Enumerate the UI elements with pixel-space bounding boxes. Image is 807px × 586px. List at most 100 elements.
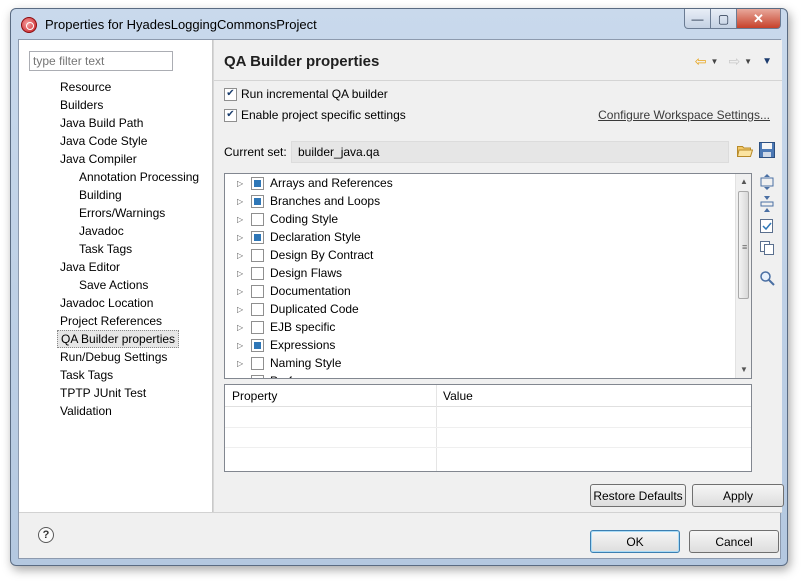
tree-item[interactable]: Resource [57, 78, 114, 96]
open-folder-icon[interactable] [737, 144, 753, 157]
title-bar[interactable]: Properties for HyadesLoggingCommonsProje… [11, 9, 787, 39]
tree-item[interactable]: Java Code Style [57, 132, 150, 150]
rule-category-checkbox[interactable] [251, 266, 264, 280]
search-icon[interactable] [759, 270, 775, 286]
rule-category-row[interactable]: ▷ Branches and Loops [225, 192, 380, 210]
rule-category-label: Arrays and References [270, 176, 393, 190]
expand-arrow-icon[interactable]: ▷ [237, 323, 245, 332]
restore-defaults-button[interactable]: Restore Defaults [590, 484, 686, 507]
configure-workspace-link[interactable]: Configure Workspace Settings... [598, 108, 770, 122]
expand-arrow-icon[interactable]: ▷ [237, 215, 245, 224]
column-header-value[interactable]: Value [443, 389, 473, 403]
scroll-up-icon[interactable]: ▲ [736, 174, 751, 190]
enable-specific-checkbox[interactable]: ✔ [224, 108, 237, 122]
window-controls: — ▢ ✕ [684, 9, 781, 29]
rule-category-row[interactable]: ▷ Coding Style [225, 210, 338, 228]
rule-category-checkbox[interactable] [251, 374, 264, 378]
rule-category-checkbox[interactable] [251, 212, 264, 226]
tree-item[interactable]: Errors/Warnings [76, 204, 168, 222]
expand-arrow-icon[interactable]: ▷ [237, 179, 245, 188]
filter-input[interactable] [29, 51, 173, 71]
tree-item[interactable]: Building [76, 186, 125, 204]
tree-item[interactable]: Builders [57, 96, 106, 114]
rules-scrollbar[interactable]: ▲ ≡ ▼ [735, 174, 751, 378]
close-button[interactable]: ✕ [737, 9, 781, 29]
tree-item[interactable]: Javadoc Location [57, 294, 156, 312]
back-dropdown-icon[interactable]: ▼ [711, 57, 719, 66]
expand-arrow-icon[interactable]: ▷ [237, 305, 245, 314]
run-incremental-row[interactable]: ✔ Run incremental QA builder [224, 87, 388, 101]
window-title: Properties for HyadesLoggingCommonsProje… [45, 17, 317, 32]
rule-category-row[interactable]: ▷ Duplicated Code [225, 300, 359, 318]
rule-category-checkbox[interactable] [251, 176, 264, 190]
minimize-button[interactable]: — [684, 9, 711, 29]
properties-dialog: Properties for HyadesLoggingCommonsProje… [10, 8, 788, 566]
ok-button[interactable]: OK [590, 530, 680, 553]
expand-arrow-icon[interactable]: ▷ [237, 377, 245, 379]
expand-arrow-icon[interactable]: ▷ [237, 359, 245, 368]
rule-category-checkbox[interactable] [251, 230, 264, 244]
rule-category-row[interactable]: ▷ EJB specific [225, 318, 335, 336]
rule-category-label: Perf [270, 374, 292, 378]
rule-category-row[interactable]: ▷ Perf [225, 372, 292, 379]
scroll-thumb[interactable]: ≡ [738, 191, 749, 299]
cancel-button[interactable]: Cancel [689, 530, 779, 553]
expand-arrow-icon[interactable]: ▷ [237, 287, 245, 296]
enable-specific-label: Enable project specific settings [241, 108, 406, 122]
expand-arrow-icon[interactable]: ▷ [237, 233, 245, 242]
expand-arrow-icon[interactable]: ▷ [237, 197, 245, 206]
tree-item[interactable]: Java Build Path [57, 114, 146, 132]
tree-item[interactable]: Java Compiler [57, 150, 140, 168]
column-divider[interactable] [436, 385, 437, 471]
tree-item[interactable]: Javadoc [76, 222, 127, 240]
rule-category-row[interactable]: ▷ Declaration Style [225, 228, 361, 246]
tree-item[interactable]: Project References [57, 312, 165, 330]
view-menu-icon[interactable]: ▼ [762, 56, 772, 67]
save-icon[interactable] [759, 142, 775, 158]
expand-arrow-icon[interactable]: ▷ [237, 341, 245, 350]
rule-category-row[interactable]: ▷ Design By Contract [225, 246, 373, 264]
forward-arrow-icon[interactable]: ⇨ [728, 54, 740, 68]
rule-category-checkbox[interactable] [251, 320, 264, 334]
expand-arrow-icon[interactable]: ▷ [237, 251, 245, 260]
rule-category-label: Expressions [270, 338, 336, 352]
forward-dropdown-icon[interactable]: ▼ [744, 57, 752, 66]
rule-category-checkbox[interactable] [251, 302, 264, 316]
rule-category-checkbox[interactable] [251, 356, 264, 370]
tree-item[interactable]: Validation [57, 402, 115, 420]
rule-category-row[interactable]: ▷ Arrays and References [225, 174, 393, 192]
collapse-all-icon[interactable] [759, 196, 775, 212]
rule-category-checkbox[interactable] [251, 284, 264, 298]
rule-category-checkbox[interactable] [251, 194, 264, 208]
rule-category-row[interactable]: ▷ Expressions [225, 336, 335, 354]
copy-icon[interactable] [759, 240, 775, 256]
rule-category-row[interactable]: ▷ Design Flaws [225, 264, 342, 282]
tree-item[interactable]: QA Builder properties [57, 330, 180, 348]
expand-all-icon[interactable] [759, 174, 775, 190]
rule-category-label: Design By Contract [270, 248, 374, 262]
rule-category-checkbox[interactable] [251, 248, 264, 262]
run-incremental-checkbox[interactable]: ✔ [224, 87, 237, 101]
rule-category-label: Documentation [270, 284, 351, 298]
enable-specific-row[interactable]: ✔ Enable project specific settings [224, 108, 406, 122]
column-header-property[interactable]: Property [232, 389, 277, 403]
back-arrow-icon[interactable]: ⇦ [695, 54, 707, 68]
apply-button[interactable]: Apply [692, 484, 784, 507]
expand-arrow-icon[interactable]: ▷ [237, 269, 245, 278]
maximize-button[interactable]: ▢ [711, 9, 737, 29]
tree-item[interactable]: Task Tags [76, 240, 135, 258]
scroll-down-icon[interactable]: ▼ [736, 362, 751, 378]
rule-category-row[interactable]: ▷ Documentation [225, 282, 351, 300]
rule-category-row[interactable]: ▷ Naming Style [225, 354, 341, 372]
tree-item[interactable]: Save Actions [76, 276, 151, 294]
tree-item[interactable]: TPTP JUnit Test [57, 384, 149, 402]
tree-item[interactable]: Java Editor [57, 258, 123, 276]
rule-category-label: EJB specific [270, 320, 336, 334]
tree-item[interactable]: Run/Debug Settings [57, 348, 170, 366]
history-nav: ⇦ ▼ ⇨ ▼ ▼ [695, 54, 772, 68]
select-all-icon[interactable] [759, 218, 775, 234]
tree-item[interactable]: Task Tags [57, 366, 116, 384]
rule-category-checkbox[interactable] [251, 338, 264, 352]
help-icon[interactable]: ? [38, 527, 54, 543]
tree-item[interactable]: Annotation Processing [76, 168, 202, 186]
